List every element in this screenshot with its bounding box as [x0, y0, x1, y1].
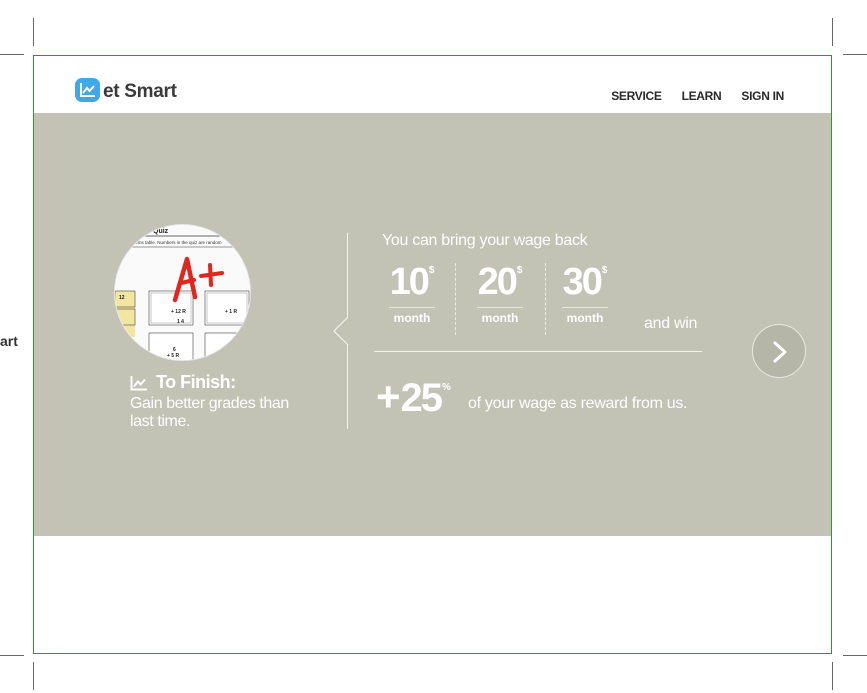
logo[interactable]: et Smart: [75, 78, 177, 102]
crop-mark: [0, 54, 24, 55]
svg-text:12: 12: [119, 295, 125, 301]
next-button[interactable]: [752, 324, 806, 378]
quiz-subtitle: items table. Numbers in the quiz are ran…: [133, 240, 222, 245]
crop-mark: [33, 18, 34, 46]
amount-separator: [545, 263, 546, 335]
quiz-title: Quiz: [153, 228, 169, 235]
nav-learn[interactable]: LEARN: [682, 89, 722, 103]
chart-icon: [75, 78, 100, 102]
bonus-value: 25: [400, 376, 443, 420]
crop-mark: [832, 662, 833, 690]
divider-notch: [333, 317, 349, 345]
amount-30: 30$ month: [555, 261, 615, 325]
brand-name: et Smart: [103, 81, 177, 102]
amount-value: 20: [477, 261, 518, 303]
finish-block: To Finish: Gain better grades than last …: [130, 372, 290, 431]
bonus-text: of your wage as reward from us.: [468, 395, 688, 412]
svg-text:+ 1 R: + 1 R: [225, 309, 237, 315]
crop-mark: [33, 662, 34, 690]
finish-description: Gain better grades than last time.: [130, 395, 289, 430]
top-nav: SERVICE LEARN SIGN IN: [611, 89, 784, 103]
quiz-paper-image: Quiz items table. Numbers in the quiz ar…: [114, 224, 251, 361]
amount-period: month: [393, 311, 431, 325]
bonus-sign: +: [376, 373, 401, 420]
svg-text:+ 12 R: + 12 R: [171, 309, 186, 315]
amount-period: month: [481, 311, 519, 325]
amount-10: 10$ month: [382, 261, 442, 325]
side-text: art: [0, 333, 18, 349]
amount-value: 30: [562, 261, 603, 303]
amount-currency: $: [516, 265, 523, 276]
amount-20: 20$ month: [470, 261, 530, 325]
bonus-unit: %: [442, 382, 451, 393]
nav-sign-in[interactable]: SIGN IN: [741, 89, 784, 103]
chart-icon: [130, 375, 147, 390]
amount-separator: [455, 263, 456, 335]
svg-text:+ 5 R: + 5 R: [167, 353, 179, 359]
amount-period: month: [566, 311, 604, 325]
amount-currency: $: [428, 265, 435, 276]
amount-currency: $: [601, 265, 608, 276]
and-win-label: and win: [644, 315, 698, 332]
crop-mark: [832, 18, 833, 46]
svg-text:1 4: 1 4: [177, 319, 184, 325]
finish-title: To Finish:: [156, 372, 236, 392]
nav-service[interactable]: SERVICE: [611, 89, 662, 103]
crop-mark: [843, 655, 867, 656]
wage-intro: You can bring your wage back: [382, 232, 588, 249]
chevron-right-icon: [773, 341, 787, 363]
horizontal-divider: [374, 351, 702, 352]
bonus-figure: + 25 %: [376, 375, 451, 421]
crop-mark: [0, 655, 24, 656]
crop-mark: [843, 54, 867, 55]
hero-banner: Quiz items table. Numbers in the quiz ar…: [34, 113, 831, 536]
amount-value: 10: [389, 261, 430, 303]
